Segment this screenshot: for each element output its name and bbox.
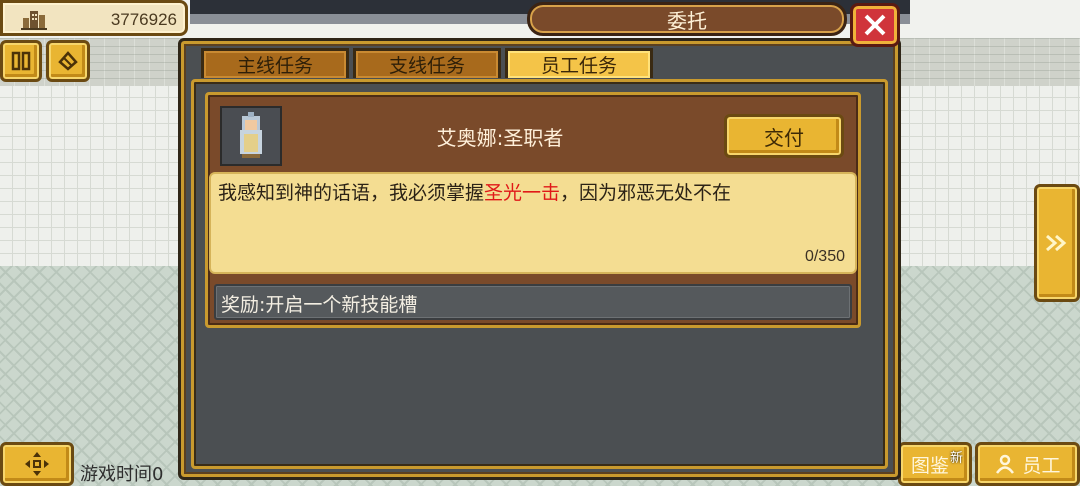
close-button[interactable] — [850, 3, 900, 47]
close-icon — [864, 14, 886, 36]
new-badge: 新 — [949, 451, 963, 466]
deliver-label: 交付 — [764, 125, 804, 150]
quest-progress: 0/350 — [804, 248, 845, 265]
tab-staff-quests-label: 员工任务 — [540, 55, 617, 77]
move-button[interactable] — [0, 442, 74, 486]
game-time-label: 游戏时间0 — [80, 464, 164, 485]
side-expand-button[interactable] — [1034, 184, 1080, 302]
tab-side-quests[interactable]: 支线任务 — [353, 48, 501, 78]
tab-main-quests[interactable]: 主线任务 — [201, 48, 349, 78]
money-display: 3776926 — [0, 0, 188, 36]
building-icon — [21, 11, 47, 30]
dialog-title-text: 委托 — [667, 8, 707, 33]
tab-main-quests-label: 主线任务 — [236, 55, 313, 77]
staff-button[interactable]: 员工 — [975, 442, 1080, 486]
gem-icon — [58, 51, 78, 71]
staff-label: 员工 — [1022, 454, 1061, 477]
dpad-icon — [25, 452, 49, 476]
quest-description: 我感知到神的话语，我必须掌握圣光一击，因为邪恶无处不在 — [218, 178, 848, 205]
staff-icon — [996, 454, 1015, 474]
dialog-title: 委托 — [527, 2, 847, 36]
catalog-label: 图鉴 — [911, 454, 950, 477]
pause-icon — [11, 51, 31, 71]
desc-text-1: 我感知到神的话语，我必须掌握 — [218, 182, 485, 204]
character-portrait — [220, 106, 282, 166]
quest-title: 艾奥娜:圣职者 — [436, 126, 564, 150]
tab-side-quests-label: 支线任务 — [388, 55, 465, 77]
skill-highlight: 圣光一击 — [484, 182, 561, 204]
tab-staff-quests[interactable]: 员工任务 — [505, 48, 653, 78]
money-value: 3776926 — [110, 10, 177, 29]
double-chevron-right-icon — [1046, 234, 1067, 252]
desc-text-2: ，因为邪恶无处不在 — [560, 182, 732, 204]
pause-button[interactable] — [0, 40, 42, 82]
deliver-button[interactable]: 交付 — [724, 114, 844, 158]
speed-button[interactable] — [46, 40, 90, 82]
priestess-sprite-icon — [240, 112, 262, 158]
catalog-button[interactable]: 图鉴 新 — [898, 442, 972, 486]
reward-text: 奖励:开启一个新技能槽 — [221, 294, 418, 316]
